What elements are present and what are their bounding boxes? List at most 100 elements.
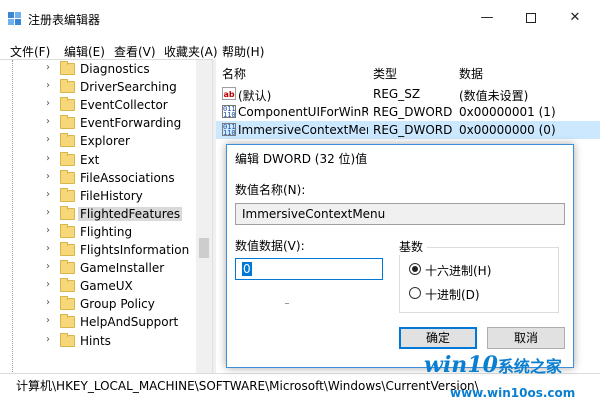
tree-item[interactable]: › HelpAndSupport: [0, 314, 212, 332]
tree-item[interactable]: › Ext: [0, 151, 212, 170]
menu-view[interactable]: 查看(V): [114, 43, 156, 60]
value-data-text: 0: [242, 262, 252, 276]
string-value-icon: ab: [222, 87, 236, 100]
tree-item-label: HelpAndSupport: [80, 315, 179, 330]
minimize-button[interactable]: —: [464, 0, 510, 36]
tree-item[interactable]: › FileHistory: [0, 187, 212, 206]
chevron-right-icon[interactable]: ›: [46, 171, 50, 182]
folder-icon: [60, 314, 75, 329]
value-row[interactable]: 011 110 ImmersiveContextMenu REG_DWORD 0x00…: [216, 121, 600, 139]
tree-item-label: EventCollector: [80, 98, 168, 113]
value-data: 0x00000000 (0): [459, 123, 556, 137]
chevron-right-icon[interactable]: ›: [46, 225, 50, 236]
folder-icon: [60, 205, 75, 220]
chevron-right-icon[interactable]: ›: [46, 62, 50, 73]
dialog-title-bar: 编辑 DWORD (32 位)值: [227, 145, 573, 169]
radio-dec[interactable]: [409, 287, 421, 299]
tree-item-label: GameUX: [80, 279, 133, 294]
folder-icon: [60, 169, 75, 184]
chevron-right-icon[interactable]: ›: [46, 334, 50, 345]
folder-icon: [60, 151, 75, 166]
folder-icon: [60, 97, 75, 112]
menu-help[interactable]: 帮助(H): [222, 43, 264, 60]
tree-item[interactable]: › Group Policy: [0, 296, 212, 314]
value-name-label: 数值名称(N):: [235, 183, 306, 197]
watermark-logo-cn: 系统之家: [497, 357, 562, 376]
tree-item[interactable]: › FlightedFeatures: [0, 205, 212, 224]
binary-value-icon: 011 110: [222, 123, 236, 137]
chevron-right-icon[interactable]: ›: [46, 315, 50, 326]
folder-icon: [60, 187, 75, 202]
chevron-right-icon[interactable]: ›: [46, 207, 50, 218]
tree-item-label: FlightedFeatures: [78, 206, 183, 221]
tree-item[interactable]: › EventCollector: [0, 97, 212, 115]
folder-icon: [60, 133, 75, 148]
site-watermark: win10系统之家 www.win10os.com: [420, 352, 600, 406]
value-data: 0x00000001 (1): [459, 105, 556, 119]
value-row[interactable]: 011 110 ComponentUIForWinR... REG_DWORD 0x0…: [216, 103, 600, 121]
ok-button[interactable]: 确定: [399, 327, 477, 349]
status-path: 计算机\HKEY_LOCAL_MACHINE\SOFTWARE\Microsof…: [16, 379, 479, 393]
chevron-right-icon[interactable]: ›: [46, 98, 50, 109]
value-data-input[interactable]: 0: [235, 258, 383, 280]
radio-hex-label[interactable]: 十六进制(H): [425, 262, 491, 279]
chevron-right-icon[interactable]: ›: [46, 297, 50, 308]
value-name-field[interactable]: ImmersiveContextMenu: [235, 203, 565, 225]
menu-bar: 文件(F) 编辑(E) 查看(V) 收藏夹(A) 帮助(H): [0, 40, 600, 60]
tree-item-label: Ext: [80, 152, 100, 167]
tree-item[interactable]: › GameUX: [0, 278, 212, 296]
tree-item-label: FlightsInformation: [80, 243, 190, 257]
chevron-right-icon[interactable]: ›: [46, 116, 50, 127]
tree-item-label: Hints: [80, 333, 111, 348]
window-title: 注册表编辑器: [28, 13, 101, 27]
menu-favorites[interactable]: 收藏夹(A): [164, 43, 218, 60]
menu-file[interactable]: 文件(F): [10, 43, 50, 60]
folder-icon: [60, 296, 75, 311]
folder-icon: [60, 278, 75, 293]
folder-icon: [60, 260, 75, 275]
tree-item[interactable]: › EventForwarding: [0, 115, 212, 133]
tree-item[interactable]: › Flighting: [0, 223, 212, 242]
value-data: (数值未设置): [459, 89, 529, 103]
tree-item[interactable]: › Diagnostics: [0, 61, 212, 79]
menu-edit[interactable]: 编辑(E): [64, 43, 105, 60]
tree-item-label: FileAssociations: [80, 170, 175, 185]
tree-item-label: EventForwarding: [80, 116, 182, 131]
cancel-button[interactable]: 取消: [487, 327, 565, 349]
value-row[interactable]: ab (默认) REG_SZ (数值未设置): [216, 85, 600, 103]
column-header-data[interactable]: 数据: [459, 65, 483, 82]
chevron-right-icon[interactable]: ›: [46, 134, 50, 145]
radio-dec-label[interactable]: 十进制(D): [425, 286, 480, 303]
chevron-right-icon[interactable]: ›: [46, 153, 50, 164]
chevron-right-icon[interactable]: ›: [46, 243, 50, 254]
maximize-button[interactable]: [508, 0, 554, 36]
chevron-right-icon[interactable]: ›: [46, 80, 50, 91]
chevron-right-icon[interactable]: ›: [46, 189, 50, 200]
folder-icon: [60, 223, 75, 238]
tree-scrollbar[interactable]: [196, 60, 212, 373]
chevron-right-icon[interactable]: ›: [46, 279, 50, 290]
tree-item[interactable]: › DriverSearching: [0, 79, 212, 97]
tree-item-label: Group Policy: [80, 297, 155, 312]
column-header-type[interactable]: 类型: [373, 65, 397, 82]
base-groupbox: [399, 247, 559, 313]
radio-hex[interactable]: [409, 263, 421, 275]
tree-item[interactable]: › Explorer: [0, 133, 212, 151]
tree-item[interactable]: › Hints: [0, 332, 212, 351]
binary-value-icon: 011 110: [222, 105, 236, 119]
base-label: 基数: [399, 238, 428, 255]
chevron-right-icon[interactable]: ›: [46, 261, 50, 272]
tree-item-label: FileHistory: [80, 188, 143, 203]
close-button[interactable]: ✕: [552, 0, 598, 36]
tree-item-label: Diagnostics: [80, 62, 150, 76]
tree-item[interactable]: › FlightsInformation: [0, 242, 212, 260]
tree-item[interactable]: › FileAssociations: [0, 169, 212, 188]
value-type: REG_DWORD: [373, 105, 453, 119]
registry-tree[interactable]: › Diagnostics › DriverSearching › EventCollec…: [0, 59, 212, 373]
tree-item[interactable]: › GameInstaller: [0, 260, 212, 278]
maximize-icon: [526, 12, 536, 23]
tree-item-label: DriverSearching: [80, 80, 177, 95]
tree-scrollbar-thumb[interactable]: [199, 238, 209, 258]
column-header-name[interactable]: 名称: [222, 65, 246, 82]
tree-item-label: Flighting: [80, 224, 133, 239]
